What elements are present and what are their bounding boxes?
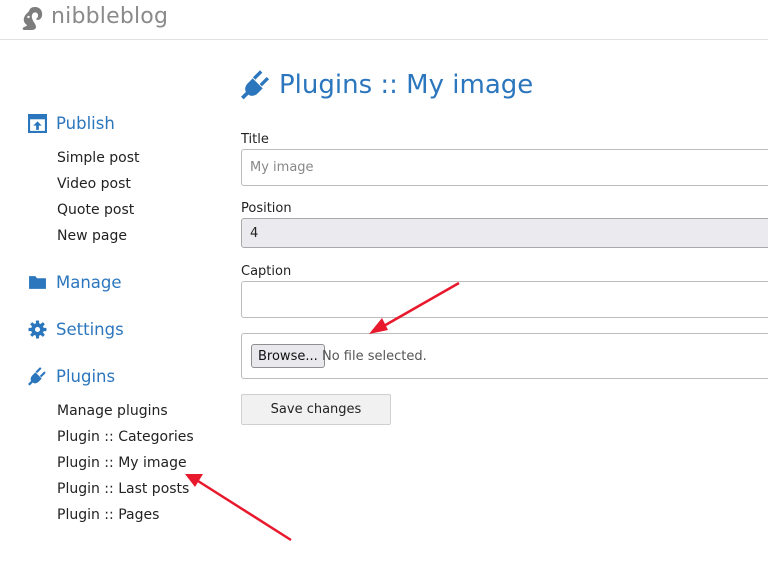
browse-button[interactable]: Browse... [251,344,325,368]
top-bar: nibbleblog [0,0,768,40]
publish-icon [28,114,47,133]
squirrel-icon [22,7,43,30]
brand-name[interactable]: nibbleblog [51,4,168,29]
sidebar-item-publish[interactable]: Publish [28,114,115,133]
page-title-text: Plugins :: My image [279,70,534,100]
title-input[interactable] [241,149,768,186]
sidebar-item-manage-plugins[interactable]: Manage plugins [57,403,168,419]
position-label: Position [241,201,292,216]
sidebar-item-settings[interactable]: Settings [28,320,124,339]
sidebar-item-plugin-pages[interactable]: Plugin :: Pages [57,507,159,523]
sidebar-item-plugins[interactable]: Plugins [28,367,115,386]
plug-icon [28,367,46,386]
sidebar-item-new-page[interactable]: New page [57,228,127,244]
file-status-text: No file selected. [322,349,427,364]
sidebar-item-plugin-last-posts[interactable]: Plugin :: Last posts [57,481,189,497]
caption-input[interactable] [241,281,768,318]
page-title: Plugins :: My image [241,70,533,100]
save-changes-button[interactable]: Save changes [241,394,391,425]
sidebar-item-plugin-my-image[interactable]: Plugin :: My image [57,455,187,471]
gear-icon [28,320,47,339]
folder-icon [29,276,46,289]
plug-icon [241,70,270,100]
caption-label: Caption [241,264,292,279]
sidebar-item-label: Plugins [56,367,116,386]
sidebar-item-simple-post[interactable]: Simple post [57,150,140,166]
sidebar-item-label: Publish [56,114,115,133]
sidebar-item-video-post[interactable]: Video post [57,176,131,192]
title-label: Title [241,132,269,147]
file-upload-field: Browse... No file selected. [241,333,768,379]
sidebar-item-plugin-categories[interactable]: Plugin :: Categories [57,429,194,445]
position-input[interactable] [241,218,768,248]
sidebar-item-manage[interactable]: Manage [28,273,122,292]
sidebar-item-label: Manage [56,273,122,292]
sidebar: Publish Simple post Video post Quote pos… [0,40,220,562]
sidebar-item-quote-post[interactable]: Quote post [57,202,134,218]
sidebar-item-label: Settings [56,320,124,339]
